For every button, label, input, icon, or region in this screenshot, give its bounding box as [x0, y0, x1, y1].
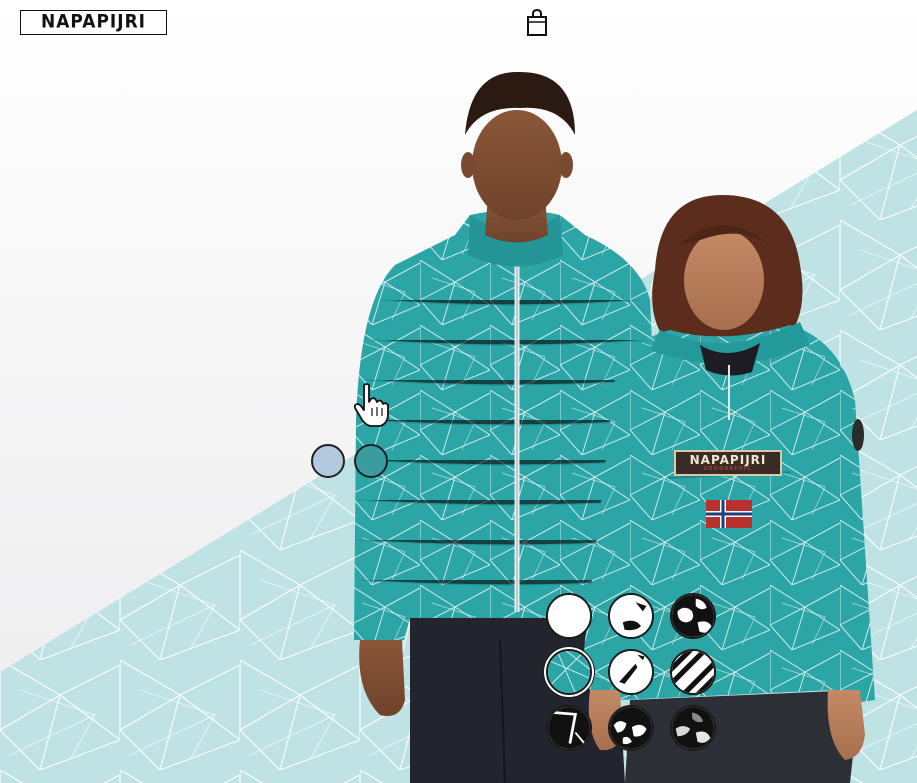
hand-pointer-icon [353, 383, 389, 427]
pattern-option-white-black-wedge[interactable] [608, 649, 654, 695]
pattern-option-plain-white[interactable] [546, 593, 592, 639]
shopping-bag-icon[interactable] [526, 9, 548, 36]
pattern-option-black-white-camo[interactable] [608, 705, 654, 751]
pattern-option-black-white-splotches[interactable] [670, 593, 716, 639]
pattern-option-black-white-stripes[interactable] [670, 649, 716, 695]
jacket-badge-sub: GEOGRAPHIC [703, 466, 753, 472]
jacket-brand-badge: NAPAPIJRI GEOGRAPHIC [674, 450, 782, 476]
brand-logo-text: NAPAPIJRI [41, 10, 146, 33]
female-model-image [584, 195, 875, 783]
pattern-option-dark-grey-camo[interactable] [670, 705, 716, 751]
brand-logo[interactable]: NAPAPIJRI [20, 10, 167, 35]
color-swatch-light-blue[interactable] [311, 444, 345, 478]
product-stage: NAPAPIJRI GEOGRAPHIC NAPAPIJRI [0, 0, 917, 783]
pattern-option-teal-geometric[interactable] [546, 649, 592, 695]
jacket-badge-label: NAPAPIJRI [689, 453, 767, 467]
pattern-option-black-lines[interactable] [546, 705, 592, 751]
pattern-option-white-black-corner[interactable] [608, 593, 654, 639]
color-swatch-teal[interactable] [354, 444, 388, 478]
